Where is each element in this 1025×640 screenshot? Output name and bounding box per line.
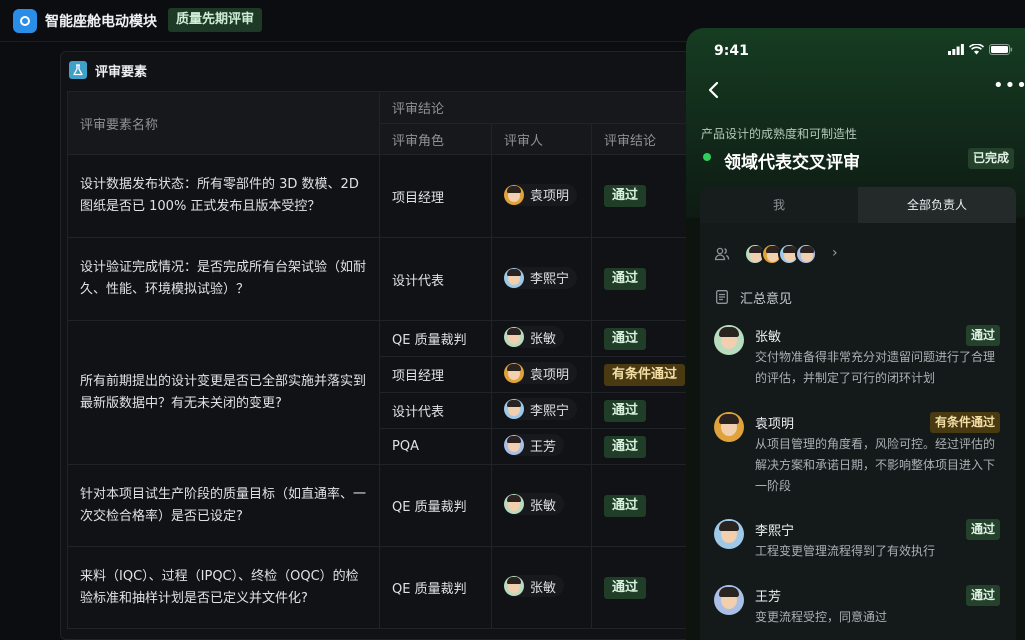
avatar	[714, 412, 744, 442]
result-badge: 通过	[604, 494, 647, 517]
avatar	[714, 519, 744, 549]
chevron-right-icon: ›	[832, 245, 838, 261]
reviewer-role: QE 质量裁判	[379, 320, 492, 357]
reviewer-name: 李熙宁	[530, 272, 570, 287]
signal-icon	[948, 44, 964, 55]
participants-avatars	[744, 243, 817, 265]
phase-tag[interactable]: 质量先期评审	[168, 8, 263, 32]
document-icon	[716, 290, 728, 304]
opinion-author: 袁项明	[755, 417, 795, 432]
avatar	[504, 399, 524, 419]
reviewer-chip[interactable]: 张敏	[504, 326, 565, 348]
flask-icon	[69, 61, 87, 79]
group-icon	[714, 247, 730, 261]
opinion-result-badge: 通过	[965, 519, 1000, 540]
summary-label: 汇总意见	[740, 292, 793, 307]
reviewer-name: 张敏	[530, 331, 557, 347]
review-title: 领域代表交叉评审	[724, 153, 860, 173]
reviewer-role: QE 质量裁判	[379, 546, 492, 629]
reviewer-name: 袁项明	[530, 367, 570, 383]
reviewer-role: 项目经理	[379, 356, 492, 393]
item-name: 设计数据发布状态：所有零部件的 3D 数模、2D 图纸是否已 100% 正式发布…	[67, 154, 380, 238]
app-logo-icon	[13, 9, 37, 33]
reviewer-role: 设计代表	[379, 237, 492, 321]
opinion-result-badge: 通过	[965, 325, 1000, 346]
opinion-author: 李熙宁	[755, 524, 795, 539]
reviewer-chip[interactable]: 袁项明	[504, 183, 578, 206]
col-header-role: 评审角色	[379, 123, 492, 155]
item-name: 来料（IQC）、过程（IPQC）、终检（OQC）的检验标准和抽样计划是否已定义并…	[67, 546, 380, 629]
opinion-text: 变更流程受控，同意通过	[755, 610, 888, 624]
result-badge: 有条件通过	[604, 363, 686, 386]
more-options-icon[interactable]: •••	[993, 77, 1025, 100]
item-name: 所有前期提出的设计变更是否已全部实施并落实到最新版数据中？有无未关闭的变更?	[67, 320, 380, 465]
opinion-text: 工程变更管理流程得到了有效执行	[755, 544, 936, 558]
review-subtitle: 产品设计的成熟度和可制造性	[701, 127, 858, 141]
result-badge: 通过	[604, 327, 647, 350]
reviewer-name: 张敏	[530, 498, 557, 514]
avatar	[795, 243, 817, 265]
result-badge: 通过	[604, 576, 647, 599]
panel-title: 评审要素	[95, 65, 148, 80]
avatar	[504, 576, 524, 596]
opinions-card: 我 全部负责人 › 汇总意见 张敏 通过 交付物准备得非常充分对遗留问题进行了合…	[700, 187, 1016, 640]
reviewer-chip[interactable]: 王芳	[504, 434, 565, 456]
reviewer-name: 袁项明	[530, 189, 570, 204]
opinion-text: 交付物准备得非常充分对遗留问题进行了合理的评估，并制定了可行的闭环计划	[755, 350, 996, 385]
avatar	[504, 327, 524, 347]
avatar	[714, 325, 744, 355]
opinion-result-badge: 有条件通过	[929, 412, 1000, 433]
reviewer-name: 李熙宁	[530, 403, 570, 419]
wifi-icon	[969, 44, 984, 55]
result-badge: 通过	[604, 268, 647, 290]
avatar	[504, 363, 524, 383]
tab-me[interactable]: 我	[700, 187, 858, 223]
reviewer-role: 项目经理	[379, 154, 492, 238]
opinion-text: 从项目管理的角度看，风险可控。经过评估的解决方案和承诺日期，不影响整体项目进入下…	[755, 437, 996, 493]
opinion-author: 王芳	[755, 590, 782, 605]
result-badge: 通过	[604, 185, 647, 207]
opinion-author: 张敏	[755, 330, 782, 345]
avatar	[714, 585, 744, 615]
result-badge: 通过	[604, 399, 647, 422]
tab-all-owners[interactable]: 全部负责人	[858, 187, 1016, 223]
status-dot	[703, 153, 711, 161]
reviewer-chip[interactable]: 袁项明	[504, 362, 578, 384]
reviewer-role: QE 质量裁判	[379, 464, 492, 547]
col-header-reviewer: 评审人	[491, 123, 592, 155]
reviewer-role: 设计代表	[379, 392, 492, 429]
reviewer-name: 张敏	[530, 580, 557, 596]
item-name: 设计验证完成情况：是否完成所有台架试验（如耐久、性能、环境模拟试验）？	[67, 237, 380, 321]
participants-row[interactable]: ›	[714, 243, 1004, 267]
back-arrow-icon[interactable]	[704, 80, 724, 100]
reviewer-chip[interactable]: 张敏	[504, 493, 565, 515]
completion-badge: 已完成	[967, 148, 1014, 169]
avatar	[504, 184, 524, 205]
owner-tabs: 我 全部负责人	[700, 187, 1016, 223]
avatar	[504, 494, 524, 514]
status-icons	[948, 44, 1013, 55]
reviewer-name: 王芳	[530, 439, 557, 455]
battery-icon	[989, 44, 1013, 55]
result-badge: 通过	[604, 435, 647, 458]
project-title: 智能座舱电动模块	[45, 14, 157, 30]
mobile-review-screen: 9:41 ••• 产品设计的成熟度和可制造性 领域代表交叉评审 已完成 我 全部…	[686, 28, 1025, 640]
opinion-result-badge: 通过	[965, 585, 1000, 606]
item-name: 针对本项目试生产阶段的质量目标（如直通率、一次交检合格率）是否已设定?	[67, 464, 380, 547]
col-header-item: 评审要素名称	[67, 91, 380, 155]
status-time: 9:41	[714, 43, 749, 59]
avatar	[504, 435, 524, 455]
reviewer-chip[interactable]: 李熙宁	[504, 398, 578, 420]
reviewer-chip[interactable]: 张敏	[504, 575, 565, 597]
summary-header: 汇总意见	[714, 287, 1004, 307]
reviewer-chip[interactable]: 李熙宁	[504, 266, 578, 289]
reviewer-role: PQA	[379, 428, 492, 465]
avatar	[504, 267, 524, 288]
